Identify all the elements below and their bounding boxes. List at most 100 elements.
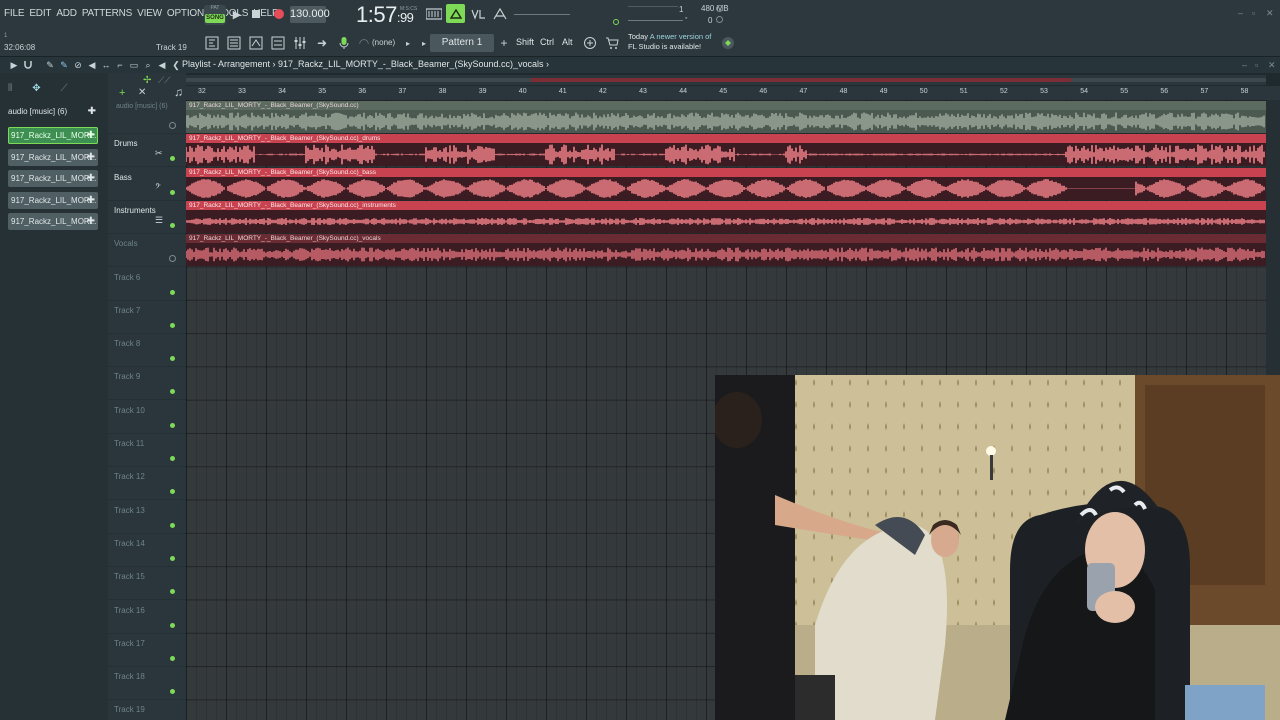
track-mute-toggle[interactable] xyxy=(170,289,175,295)
audio-clip[interactable]: 917_Rackz_LIL_MORTY_-_Black_Beamer_(SkyS… xyxy=(186,167,1266,200)
song-overview-bar[interactable] xyxy=(186,75,1266,85)
overview-window[interactable] xyxy=(531,78,1071,82)
track-header[interactable]: audio [music] (6) xyxy=(108,101,186,134)
track-mute-toggle[interactable] xyxy=(170,422,175,428)
picker-clip-move-icon[interactable]: ✚ xyxy=(87,149,95,166)
track-header[interactable]: Track 12 xyxy=(108,467,186,501)
track-header[interactable]: Track 17 xyxy=(108,634,186,667)
picker-clips-icon[interactable]: ⫴ xyxy=(8,83,12,94)
playlist-maximize-icon[interactable]: ▫ xyxy=(1255,60,1258,70)
play-button[interactable]: ▶ xyxy=(229,6,245,22)
track-mute-toggle[interactable] xyxy=(170,322,175,328)
track-music-icon[interactable]: ♫ xyxy=(174,85,183,99)
audio-clip[interactable]: 917_Rackz_LIL_MORTY_-_Black_Beamer_(SkyS… xyxy=(186,134,1266,167)
shift-key-button[interactable]: Shift xyxy=(516,37,534,47)
picker-clip-move-icon[interactable]: ✚ xyxy=(87,127,95,144)
add-pattern-icon[interactable]: + xyxy=(496,35,512,51)
track-header[interactable]: Track 16 xyxy=(108,601,186,634)
playlist-view-icon[interactable] xyxy=(226,35,242,51)
picker-move-icon[interactable]: ✥ xyxy=(32,83,40,94)
playlist-minimize-icon[interactable]: – xyxy=(1242,60,1247,70)
track-mute-toggle[interactable] xyxy=(170,655,175,661)
picker-clip-item[interactable]: 917_Rackz_LIL_MOR... ✚ xyxy=(8,127,98,144)
track-mute-toggle[interactable] xyxy=(169,122,176,129)
track-header[interactable]: Track 15 xyxy=(108,567,186,601)
play-pattern-icon[interactable]: ▶ xyxy=(8,59,20,71)
track-mute-toggle[interactable] xyxy=(170,522,175,528)
snap-arrow-icon[interactable]: ▸ xyxy=(400,35,416,51)
blend-notes-icon[interactable] xyxy=(446,4,465,23)
pattern-selector[interactable]: Pattern 1 xyxy=(430,34,494,52)
pencil-icon[interactable]: ✎ xyxy=(44,59,56,71)
microphone-icon[interactable] xyxy=(336,35,352,51)
record-button[interactable] xyxy=(271,6,287,22)
master-volume-slider[interactable] xyxy=(514,14,570,15)
pattern-song-toggle[interactable]: PAT SONG xyxy=(204,5,226,25)
picker-link-icon[interactable]: ⟋ xyxy=(61,83,68,94)
mixer-icon[interactable] xyxy=(292,35,308,51)
track-header[interactable]: Track 18 xyxy=(108,667,186,701)
track-mute-toggle[interactable] xyxy=(169,255,176,263)
snap-icon[interactable] xyxy=(204,35,220,51)
add-track-icon[interactable]: + xyxy=(119,87,125,99)
track-mute-toggle[interactable] xyxy=(170,389,175,395)
track-header[interactable]: Track 10 xyxy=(108,401,186,434)
menu-file[interactable]: FILE xyxy=(4,8,25,19)
picker-clip-item[interactable]: 917_Rackz_LIL_MOR... ✚ xyxy=(8,213,98,230)
track-header[interactable]: Track 19 xyxy=(108,700,186,720)
fl-cloud-icon[interactable] xyxy=(720,35,736,51)
channel-rack-icon[interactable] xyxy=(270,35,286,51)
track-mute-toggle[interactable] xyxy=(170,356,175,362)
track-header[interactable]: Bass 𝄢 xyxy=(108,168,186,201)
arrow-right-icon[interactable]: ➜ xyxy=(314,35,330,51)
shop-cart-icon[interactable] xyxy=(604,35,620,51)
metronome-wait-icon[interactable] xyxy=(470,6,488,22)
piano-roll-icon[interactable] xyxy=(248,35,264,51)
audio-clip[interactable]: 917_Rackz_LIL_MORTY_-_Black_Beamer_(SkyS… xyxy=(186,234,1266,267)
alt-key-button[interactable]: Alt xyxy=(562,37,573,47)
minimize-icon[interactable]: – xyxy=(1238,8,1243,18)
magnet-icon[interactable] xyxy=(22,59,34,71)
audio-clip[interactable]: 917_Rackz_LIL_MORTY_-_Black_Beamer_(SkyS… xyxy=(186,200,1266,233)
slice-icon[interactable]: ⌐ xyxy=(114,59,126,71)
track-header[interactable]: Instruments ☰ xyxy=(108,201,186,234)
brush-icon[interactable]: ✎ xyxy=(58,59,70,71)
track-header[interactable]: Track 6 xyxy=(108,268,186,301)
maximize-icon[interactable]: ▫ xyxy=(1252,8,1255,18)
track-mute-toggle[interactable] xyxy=(170,589,175,595)
track-mute-toggle[interactable] xyxy=(170,555,175,561)
master-pitch-slider[interactable] xyxy=(628,20,683,21)
close-icon[interactable]: ✕ xyxy=(1266,8,1274,19)
track-mute-toggle[interactable] xyxy=(170,489,175,495)
track-zoom-icon[interactable]: ✢ xyxy=(143,75,151,86)
snap-selector[interactable]: (none) xyxy=(372,38,395,47)
online-news-icon[interactable] xyxy=(582,35,598,51)
mute-icon[interactable]: ◀ xyxy=(86,59,98,71)
news-panel[interactable]: Today A newer version of FL Studio is av… xyxy=(628,32,711,52)
delete-icon[interactable]: ⊘ xyxy=(72,59,84,71)
stop-button[interactable] xyxy=(248,6,264,22)
track-mute-toggle[interactable] xyxy=(170,222,175,228)
track-header[interactable]: Track 13 xyxy=(108,501,186,534)
select-icon[interactable]: ▭ xyxy=(128,59,140,71)
playlist-breadcrumb[interactable]: Playlist - Arrangement › 917_Rackz_LIL_M… xyxy=(182,59,549,69)
picker-clip-item[interactable]: 917_Rackz_LIL_MOR... ✚ xyxy=(8,191,98,209)
picker-clip-move-icon[interactable]: ✚ xyxy=(87,192,95,209)
track-header[interactable]: Track 8 xyxy=(108,334,186,368)
picker-header-plus-icon[interactable]: ✚ xyxy=(88,106,96,117)
playback-icon[interactable]: ◀ xyxy=(156,59,168,71)
metronome-icon[interactable] xyxy=(492,6,508,22)
track-link-icon[interactable]: ⟋⟋ xyxy=(158,75,171,86)
picker-clip-move-icon[interactable]: ✚ xyxy=(87,170,95,187)
menu-edit[interactable]: EDIT xyxy=(29,8,51,19)
pattern-step-icon[interactable] xyxy=(425,6,443,22)
track-mute-toggle[interactable] xyxy=(170,456,175,461)
timeline-ruler[interactable]: 32 33 34 35 36 37 38 39 40 41 42 43 44 45 46 47 48 49 50 51… xyxy=(186,86,1280,100)
pitch-knob-icon[interactable] xyxy=(613,19,619,25)
menu-patterns[interactable]: PATTERNS xyxy=(82,8,132,19)
picker-clip-item[interactable]: 917_Rackz_LIL_MOR... ✚ xyxy=(8,148,98,166)
picker-clip-item[interactable]: 917_Rackz_LIL_MOR... ✚ xyxy=(8,170,98,187)
tempo-display[interactable]: 130.000 xyxy=(290,6,330,23)
track-header[interactable]: Track 7 xyxy=(108,301,186,334)
playlist-close-icon[interactable]: ✕ xyxy=(1268,60,1276,71)
